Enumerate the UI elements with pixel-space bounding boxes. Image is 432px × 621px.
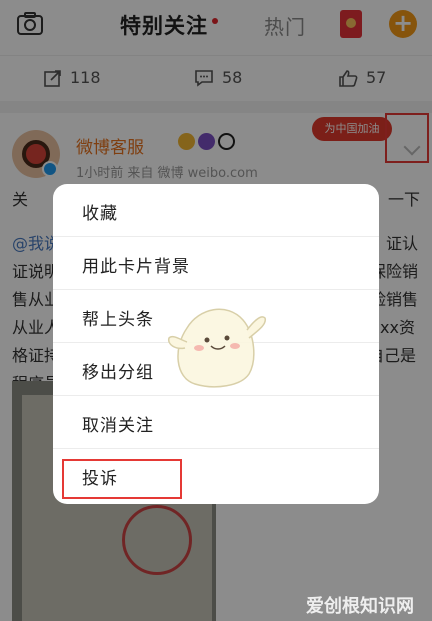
menu-item-label: 帮上头条 (82, 310, 154, 330)
menu-item-label: 收藏 (82, 204, 118, 224)
report-highlight (62, 459, 182, 499)
mascot-icon (167, 308, 267, 388)
menu-item-unfollow[interactable]: 取消关注 (53, 396, 379, 449)
menu-item-card-background[interactable]: 用此卡片背景 (53, 237, 379, 290)
menu-item-label: 取消关注 (82, 416, 154, 436)
menu-item-label: 移出分组 (82, 363, 154, 383)
menu-item-favorite[interactable]: 收藏 (53, 184, 379, 237)
menu-item-label: 用此卡片背景 (82, 257, 190, 277)
watermark: 爱创根知识网 (306, 596, 414, 617)
